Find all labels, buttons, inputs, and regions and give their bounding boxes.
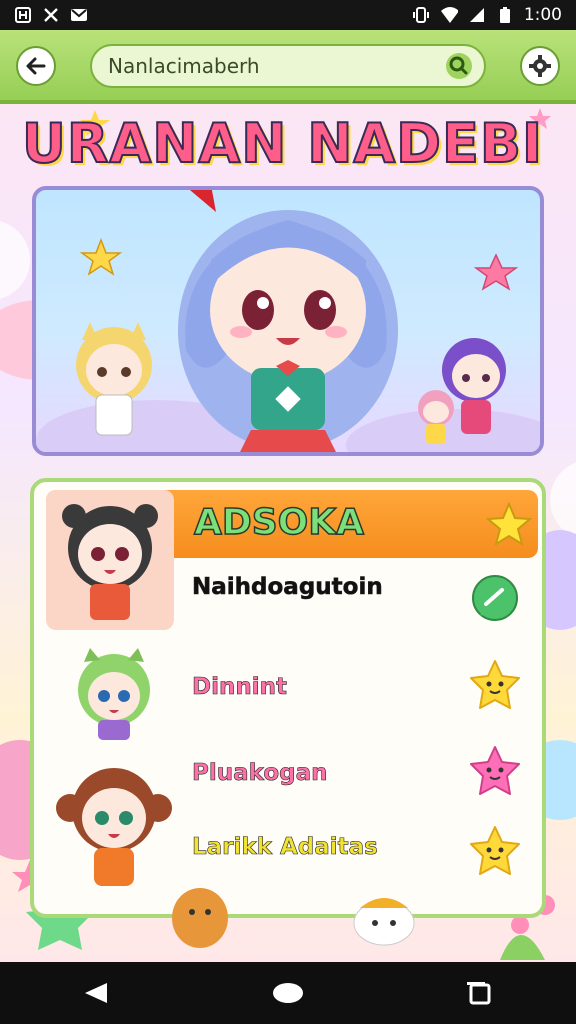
search-icon[interactable]: [444, 51, 474, 81]
yellow-star-face-icon[interactable]: [466, 658, 524, 712]
home-nav-icon[interactable]: [258, 973, 318, 1013]
hero-banner: [32, 186, 544, 456]
status-left-icons: [14, 6, 88, 24]
list-item-label[interactable]: Larikk Adaitas: [192, 834, 378, 861]
pink-star-face-icon[interactable]: [466, 744, 524, 798]
wifi-icon: [440, 6, 458, 24]
app-icon: [14, 6, 32, 24]
back-nav-icon[interactable]: [66, 973, 126, 1013]
banner-illustration: [36, 190, 540, 452]
chat-bubble-icon[interactable]: [470, 574, 520, 624]
avatar[interactable]: [52, 754, 176, 894]
navigation-bar: [0, 962, 576, 1024]
cross-icon: [42, 6, 60, 24]
recents-nav-icon[interactable]: [450, 973, 510, 1013]
signal-icon: [468, 6, 486, 24]
list-header-label: ADSOKA: [193, 501, 365, 544]
mail-icon: [70, 6, 88, 24]
status-right-icons: 1:00: [412, 5, 562, 25]
status-time: 1:00: [523, 5, 562, 25]
search-box: [90, 44, 486, 88]
bottom-mascots: [172, 888, 415, 948]
arrow-left-icon: [25, 55, 47, 77]
settings-button[interactable]: [520, 46, 560, 86]
app-bar: [0, 30, 576, 104]
search-input[interactable]: [106, 53, 444, 79]
avatar[interactable]: [64, 642, 164, 742]
list-item-label[interactable]: Dinnint: [192, 674, 288, 701]
banner-title: URANAN NADEBI: [22, 112, 544, 176]
list-item-label[interactable]: Pluakogan: [192, 760, 328, 787]
yellow-star-face-icon[interactable]: [466, 824, 524, 878]
back-button[interactable]: [16, 46, 56, 86]
list-item-label[interactable]: Naihdoagutoin: [192, 574, 383, 601]
battery-icon: [496, 6, 514, 24]
vibrate-icon: [412, 6, 430, 24]
gear-icon: [528, 54, 552, 78]
status-bar: 1:00: [0, 0, 576, 30]
star-icon[interactable]: [486, 502, 532, 546]
avatar[interactable]: [46, 490, 174, 630]
character-list: ADSOKA Naihdoagutoin Dinnint Pluakogan L…: [30, 478, 546, 918]
